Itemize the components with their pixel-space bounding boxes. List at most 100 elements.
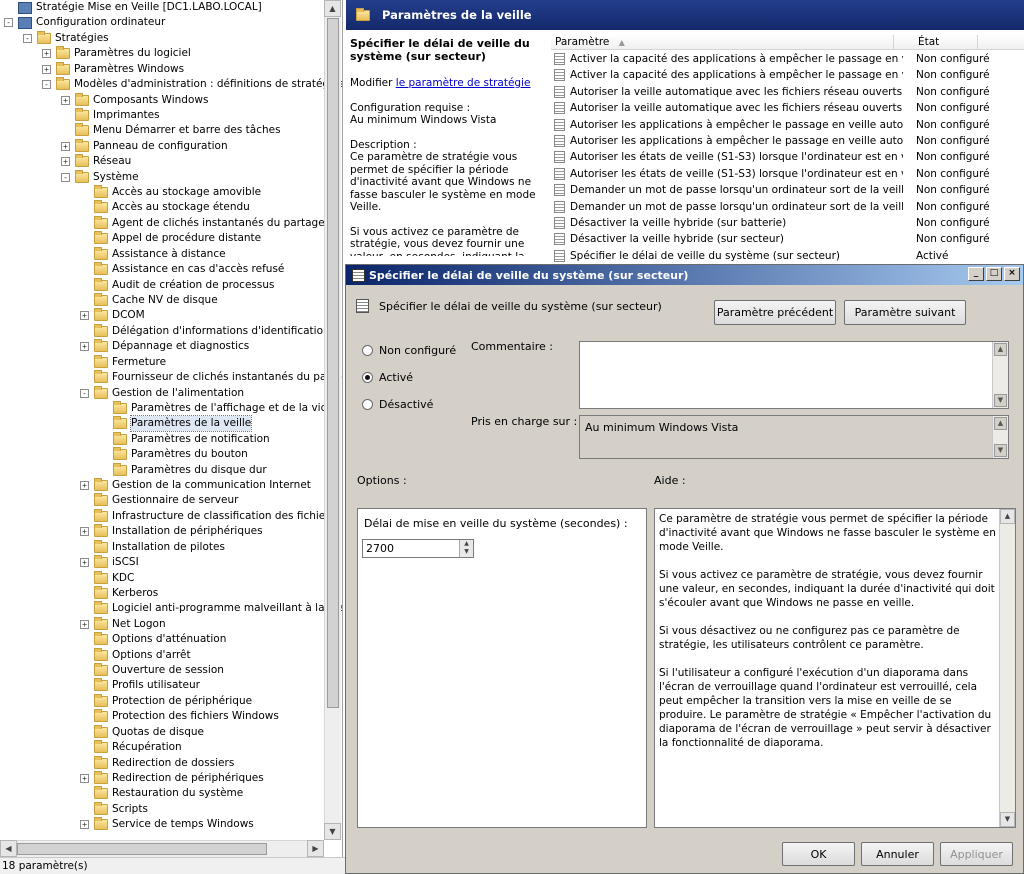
settings-list[interactable]: Paramètre ▲ État Activer la capacité des… <box>551 35 1024 265</box>
modify-policy-link[interactable]: le paramètre de stratégie <box>396 77 531 89</box>
list-item[interactable]: Autoriser les états de veille (S1-S3) lo… <box>551 149 1024 165</box>
tree-item[interactable]: Gestionnaire de serveur <box>80 493 238 508</box>
ok-button[interactable]: OK <box>782 842 855 866</box>
expand-icon[interactable]: + <box>42 64 51 74</box>
tree-item[interactable]: + Paramètres Windows <box>42 61 184 77</box>
tree-item[interactable]: Récupération <box>80 740 182 755</box>
collapse-icon[interactable]: - <box>4 18 13 28</box>
tree-item[interactable]: Paramètres du bouton <box>99 447 248 462</box>
expand-icon[interactable]: + <box>80 311 89 321</box>
tree-item[interactable]: Stratégie Mise en Veille [DC1.LABO.LOCAL… <box>4 0 262 15</box>
list-item[interactable]: Autoriser la veille automatique avec les… <box>551 84 1024 100</box>
tree-horizontal-scrollbar[interactable]: ◀ ▶ <box>0 840 324 857</box>
tree-item[interactable]: KDC <box>80 570 134 586</box>
tree-vertical-scroll-thumb[interactable] <box>327 18 339 708</box>
expand-icon[interactable]: + <box>61 141 70 151</box>
list-item[interactable]: Désactiver la veille hybride (sur secteu… <box>551 231 1024 247</box>
tree-item[interactable]: - Configuration ordinateur <box>4 15 165 30</box>
scroll-down-arrow-icon[interactable]: ▼ <box>994 444 1007 457</box>
tree-item[interactable]: - Modèles d'administration : définitions … <box>42 77 342 92</box>
supported-scrollbar[interactable]: ▲ ▼ <box>992 416 1008 458</box>
tree-item[interactable]: + Composants Windows <box>61 92 208 108</box>
tree-item[interactable]: + Redirection de périphériques <box>80 771 264 786</box>
help-scrollbar[interactable]: ▲ ▼ <box>999 509 1015 827</box>
tree-item[interactable]: + iSCSI <box>80 555 139 570</box>
tree-item[interactable]: + Service de temps Windows <box>80 817 254 832</box>
tree-item[interactable]: Installation de pilotes <box>80 539 225 555</box>
tree-item[interactable]: + Gestion de la communication Internet <box>80 478 311 493</box>
tree-item[interactable]: Restauration du système <box>80 786 243 801</box>
sleep-timeout-spinbox[interactable]: 2700 ▲ ▼ <box>362 539 474 558</box>
minimize-icon[interactable]: _ <box>968 267 984 281</box>
tree-item[interactable]: Assistance en cas d'accès refusé <box>80 262 284 277</box>
tree-item[interactable]: - Système <box>61 169 139 185</box>
tree-item[interactable]: Accès au stockage étendu <box>80 200 250 215</box>
radio-enabled[interactable]: Activé <box>362 371 413 384</box>
scroll-up-arrow-icon[interactable]: ▲ <box>1000 509 1015 524</box>
tree-item[interactable]: Menu Démarrer et barre des tâches <box>61 123 281 138</box>
tree-item[interactable]: Logiciel anti-programme malveillant à la… <box>80 601 342 616</box>
spin-arrows-icon[interactable]: ▲ ▼ <box>459 540 473 557</box>
scroll-down-arrow-icon[interactable]: ▼ <box>324 823 341 840</box>
policy-tree[interactable]: Stratégie Mise en Veille [DC1.LABO.LOCAL… <box>0 0 343 857</box>
radio-disabled[interactable]: Désactivé <box>362 398 433 411</box>
tree-item[interactable]: Protection de périphérique <box>80 693 252 709</box>
list-item[interactable]: Activer la capacité des applications à e… <box>551 51 1024 67</box>
scroll-left-arrow-icon[interactable]: ◀ <box>0 840 17 857</box>
list-item[interactable]: Demander un mot de passe lorsqu'un ordin… <box>551 182 1024 198</box>
expand-icon[interactable]: + <box>42 49 51 59</box>
expand-icon[interactable]: + <box>80 342 89 352</box>
tree-item[interactable]: Fournisseur de clichés instantanés du pa… <box>80 370 342 385</box>
tree-item[interactable]: + Net Logon <box>80 616 166 632</box>
list-item[interactable]: Autoriser les états de veille (S1-S3) lo… <box>551 166 1024 182</box>
tree-item[interactable]: + Réseau <box>61 154 131 169</box>
tree-item[interactable]: Options d'arrêt <box>80 647 191 663</box>
tree-vertical-scrollbar[interactable]: ▲ ▼ <box>324 0 341 840</box>
tree-item[interactable]: Imprimantes <box>61 107 160 123</box>
tree-item[interactable]: Délégation d'informations d'identificati… <box>80 323 330 339</box>
tree-item[interactable]: Fermeture <box>80 354 166 370</box>
close-icon[interactable]: × <box>1004 267 1020 281</box>
tree-item[interactable]: - Stratégies <box>23 30 109 46</box>
tree-item[interactable]: Cache NV de disque <box>80 292 218 308</box>
scroll-down-arrow-icon[interactable]: ▼ <box>1000 812 1015 827</box>
list-item[interactable]: Activer la capacité des applications à e… <box>551 67 1024 83</box>
tree-item[interactable]: Redirection de dossiers <box>80 755 234 771</box>
collapse-icon[interactable]: - <box>61 172 70 182</box>
tree-horizontal-scroll-thumb[interactable] <box>17 843 267 855</box>
list-item[interactable]: Désactiver la veille hybride (sur batter… <box>551 215 1024 231</box>
apply-button[interactable]: Appliquer <box>940 842 1013 866</box>
expand-icon[interactable]: + <box>80 527 89 537</box>
tree-item[interactable]: + Paramètres du logiciel <box>42 46 191 61</box>
tree-item[interactable]: Kerberos <box>80 585 158 601</box>
expand-icon[interactable]: + <box>80 820 89 830</box>
tree-item[interactable]: Quotas de disque <box>80 724 204 740</box>
expand-icon[interactable]: + <box>80 619 89 629</box>
tree-item[interactable]: Audit de création de processus <box>80 277 274 293</box>
tree-item[interactable]: Paramètres de notification <box>99 431 270 447</box>
expand-icon[interactable]: + <box>80 558 89 568</box>
tree-item[interactable]: Agent de clichés instantanés du partage … <box>80 215 342 231</box>
dialog-title-bar[interactable]: Spécifier le délai de veille du système … <box>346 265 1023 285</box>
scroll-right-arrow-icon[interactable]: ▶ <box>307 840 324 857</box>
scroll-down-arrow-icon[interactable]: ▼ <box>994 394 1007 407</box>
tree-item[interactable]: Accès au stockage amovible <box>80 185 261 200</box>
tree-item[interactable]: Paramètres de la veille <box>99 415 253 433</box>
collapse-icon[interactable]: - <box>23 33 32 43</box>
tree-item[interactable]: Infrastructure de classification des fic… <box>80 508 335 524</box>
comment-textarea[interactable]: ▲ ▼ <box>579 341 1009 409</box>
maximize-icon[interactable]: □ <box>986 267 1002 281</box>
list-item[interactable]: Autoriser la veille automatique avec les… <box>551 100 1024 116</box>
tree-item[interactable]: Profils utilisateur <box>80 678 200 693</box>
list-item[interactable]: Demander un mot de passe lorsqu'un ordin… <box>551 199 1024 215</box>
next-setting-button[interactable]: Paramètre suivant <box>844 300 966 325</box>
tree-item[interactable]: Ouverture de session <box>80 663 224 678</box>
scroll-up-arrow-icon[interactable]: ▲ <box>324 0 341 17</box>
previous-setting-button[interactable]: Paramètre précédent <box>714 300 836 325</box>
expand-icon[interactable]: + <box>61 95 70 105</box>
expand-icon[interactable]: + <box>61 157 70 167</box>
scroll-up-arrow-icon[interactable]: ▲ <box>994 343 1007 356</box>
tree-item[interactable]: - Gestion de l'alimentation <box>80 385 244 401</box>
expand-icon[interactable]: + <box>80 481 89 491</box>
column-header-parameter[interactable]: Paramètre ▲ <box>551 35 894 49</box>
